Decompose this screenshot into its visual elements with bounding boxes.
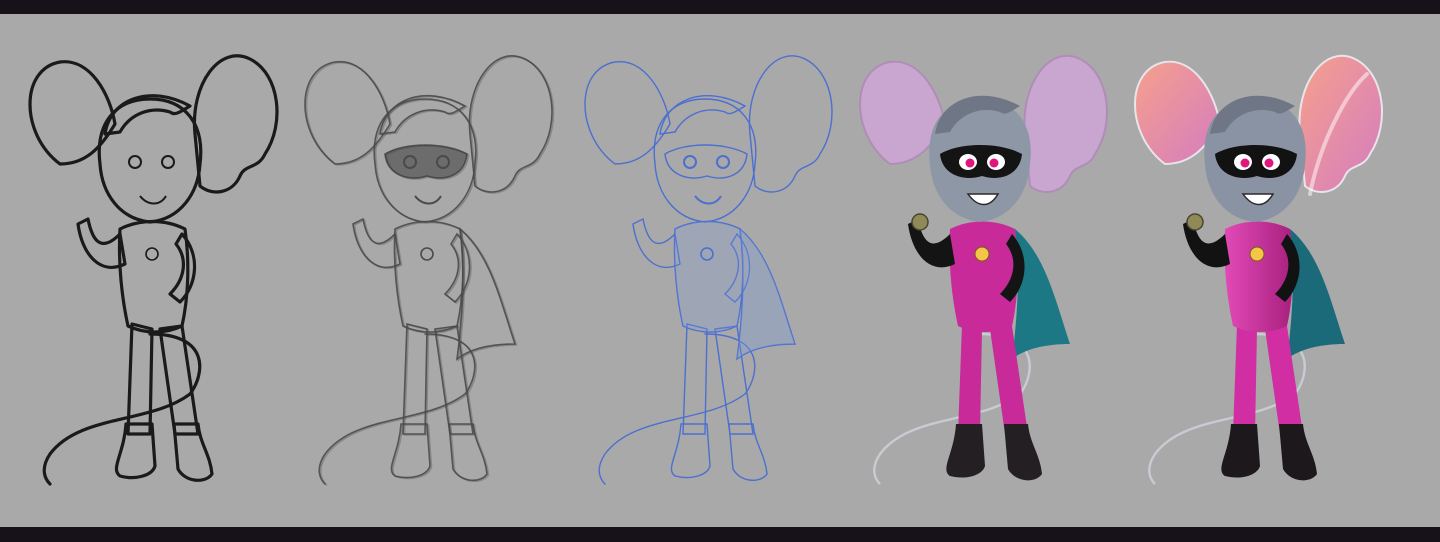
mouth: [414, 195, 442, 205]
chest-emblem: [145, 247, 159, 261]
color-earR: [1298, 54, 1383, 193]
sketch-hair: [659, 95, 747, 135]
mouth: [139, 195, 167, 205]
sketch-legR: [434, 325, 474, 435]
sketch-legR: [158, 324, 200, 436]
sketch-tail: [318, 333, 476, 485]
eye-left: [683, 155, 697, 169]
color-bootL: [946, 424, 985, 478]
monocle: [1186, 213, 1204, 231]
sketch-earR: [192, 54, 279, 194]
blueline-cape-tone: [737, 229, 795, 359]
color-legL: [1233, 324, 1257, 434]
mouse-hero-blue-line-icon: [584, 55, 833, 485]
sketch-earR: [468, 55, 553, 193]
mouse-hero-flat-color-icon: [859, 54, 1108, 485]
pupil-right: [1264, 158, 1274, 168]
mouth: [694, 195, 722, 205]
mouse-hero-final-render-icon: [1134, 54, 1383, 485]
color-bootR: [1004, 424, 1042, 481]
monocle: [911, 213, 929, 231]
sketch-armL: [632, 217, 681, 269]
color-body: [1224, 221, 1293, 332]
sketch-earL: [28, 60, 117, 166]
sketch-earL: [304, 61, 391, 165]
blueline-body-tone: [674, 221, 743, 332]
sketch-earR: [748, 55, 833, 193]
eye-right: [716, 155, 730, 169]
sketch-mask-shade: [385, 145, 467, 178]
chest-emblem: [1249, 246, 1265, 262]
pupil-left: [1240, 158, 1250, 168]
sketch-earL-pass: [305, 62, 393, 166]
color-bootL: [1221, 424, 1260, 478]
evolution-stage: [28, 54, 1383, 486]
pupil-left: [965, 158, 975, 168]
color-body: [949, 221, 1018, 332]
color-earR: [1023, 54, 1108, 193]
mouse-hero-rough-sketch-icon: [28, 54, 279, 486]
sketch-armR: [168, 232, 197, 304]
color-bootR: [1279, 424, 1317, 481]
sketch-tail: [598, 333, 756, 485]
chest-emblem: [420, 247, 434, 261]
sketch-bootR: [728, 423, 768, 481]
color-mask: [1215, 145, 1297, 178]
eye-right: [161, 155, 175, 169]
color-mask: [940, 145, 1022, 178]
sketch-legL: [682, 323, 708, 435]
sketch-earR-pass: [470, 56, 555, 194]
sketch-body: [393, 220, 464, 333]
sketch-bootL: [670, 423, 711, 479]
mouse-hero-tight-pencil-icon: [304, 55, 555, 486]
sketch-earL: [584, 61, 671, 165]
sketch-hair: [103, 94, 192, 136]
model-sheet: [0, 14, 1440, 527]
sketch-hair-pass: [380, 95, 469, 136]
color-legL: [958, 324, 982, 434]
eye-left: [128, 155, 142, 169]
pupil-right: [989, 158, 999, 168]
sketch-body: [117, 219, 190, 334]
sketch-mask: [664, 144, 748, 179]
chest-emblem: [974, 246, 990, 262]
